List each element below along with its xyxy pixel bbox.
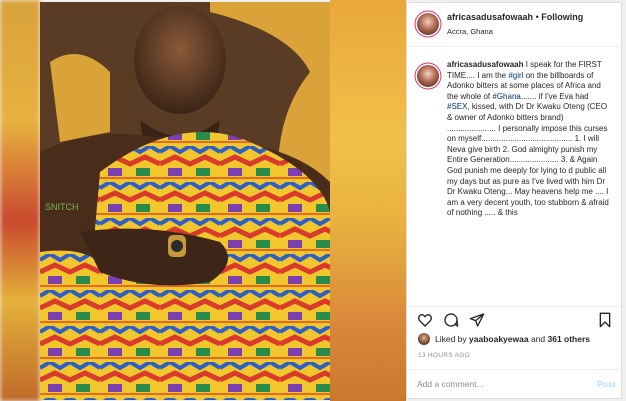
caption-body: I speak for the FIRST TIME.... I am the … (447, 60, 609, 217)
comment-bar: Post (407, 369, 621, 400)
post-header: africasadusafowaah • Following Accra, Gh… (407, 3, 621, 47)
likes-summary: Liked by yaaboakyewaa and 361 others (407, 333, 621, 347)
header-separator: • (535, 12, 539, 22)
post-side-panel: africasadusafowaah • Following Accra, Gh… (406, 2, 622, 399)
likes-middle: and (528, 334, 548, 344)
heart-icon[interactable] (417, 312, 433, 328)
watermark-logo: SNITCH (45, 202, 79, 212)
blurred-background-right (330, 0, 406, 401)
caption-text: africasadusafowaah I speak for the FIRST… (447, 60, 613, 219)
caption-fragment: ....... if I've Eva had (520, 91, 589, 101)
following-button[interactable]: Following (541, 12, 583, 22)
caption-fragment: , kissed, with Dr Dr Kwaku Oteng (CEO & … (447, 102, 609, 218)
hashtag-link[interactable]: #girl (508, 71, 523, 80)
action-bar (407, 306, 621, 333)
caption-avatar[interactable] (417, 65, 439, 87)
bookmark-icon[interactable] (597, 312, 613, 328)
post-comment-button[interactable]: Post (597, 379, 615, 389)
header-username[interactable]: africasadusafowaah (447, 12, 533, 22)
likes-prefix: Liked by (435, 334, 470, 344)
caption-username[interactable]: africasadusafowaah (447, 60, 523, 69)
post-timestamp[interactable]: 13 HOURS AGO (418, 352, 470, 359)
comment-input[interactable] (417, 379, 577, 389)
likes-count-link[interactable]: 361 others (547, 334, 590, 344)
post-location[interactable]: Accra, Ghana (447, 27, 493, 36)
caption-section: africasadusafowaah I speak for the FIRST… (407, 55, 621, 305)
hashtag-link[interactable]: #SEX (447, 102, 467, 111)
comment-icon[interactable] (443, 312, 459, 328)
liker-username[interactable]: yaaboakyewaa (469, 334, 529, 344)
avatar[interactable] (417, 13, 439, 35)
share-icon[interactable] (469, 312, 485, 328)
blurred-background-left (0, 0, 40, 401)
post-photo[interactable]: SNITCH (40, 2, 330, 400)
hashtag-link[interactable]: #Ghana (492, 92, 520, 101)
liker-avatar[interactable] (418, 333, 430, 345)
